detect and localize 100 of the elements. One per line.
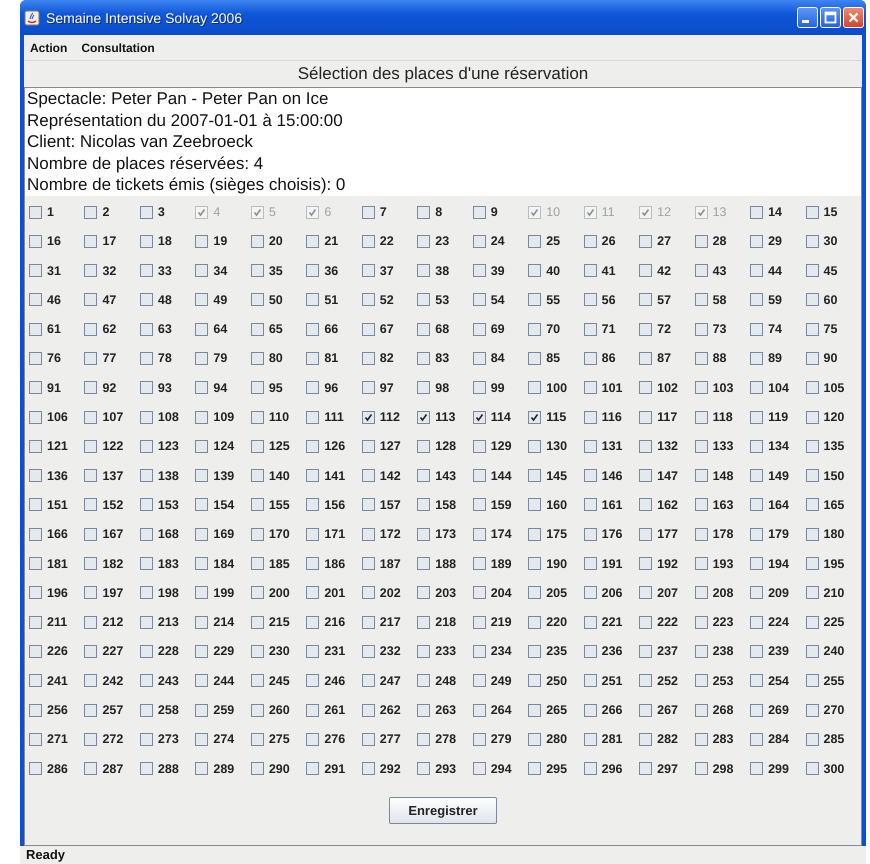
checkbox[interactable] [195,644,208,658]
checkbox[interactable] [694,264,708,278]
checkbox[interactable] [806,322,819,336]
checkbox[interactable] [472,469,486,482]
checkbox[interactable] [306,234,320,248]
checkbox[interactable] [750,206,764,218]
checkbox[interactable] [84,440,98,453]
checkbox[interactable] [528,234,542,248]
checkbox[interactable] [694,469,708,482]
checkbox[interactable] [528,644,542,658]
checkbox[interactable] [195,616,208,629]
checkbox[interactable] [362,616,375,629]
checkbox[interactable] [584,410,597,424]
checkbox[interactable] [694,234,708,248]
checkbox[interactable] [29,674,42,688]
checkbox[interactable] [417,293,430,306]
checkbox[interactable] [140,440,153,453]
checkbox[interactable] [750,264,764,278]
checkbox[interactable] [250,704,264,717]
checkbox[interactable] [584,234,597,248]
checkbox[interactable] [806,440,819,453]
checkbox[interactable] [250,557,264,570]
checkbox[interactable] [528,264,542,278]
close-button[interactable] [843,7,864,28]
checkbox[interactable] [417,410,430,424]
checkbox[interactable] [306,557,320,570]
checkbox[interactable] [29,616,42,629]
checkbox[interactable] [750,498,764,512]
checkbox[interactable] [694,732,708,746]
checkbox[interactable] [472,264,486,278]
checkbox[interactable] [472,206,486,218]
checkbox[interactable] [29,762,42,776]
checkbox[interactable] [417,498,430,512]
checkbox[interactable] [694,293,708,306]
maximize-button[interactable] [820,7,841,28]
checkbox[interactable] [140,674,153,688]
checkbox[interactable] [584,528,597,541]
checkbox[interactable] [694,322,708,336]
checkbox[interactable] [84,352,98,365]
checkbox[interactable] [472,762,486,776]
checkbox[interactable] [84,293,98,306]
checkbox[interactable] [750,586,764,600]
checkbox[interactable] [306,644,320,658]
checkbox[interactable] [29,586,42,600]
checkbox[interactable] [806,234,819,248]
checkbox[interactable] [639,704,652,717]
checkbox[interactable] [694,557,708,570]
checkbox[interactable] [250,762,264,776]
checkbox[interactable] [806,264,819,278]
checkbox[interactable] [639,674,652,688]
checkbox[interactable] [195,762,208,776]
checkbox[interactable] [472,674,486,688]
checkbox[interactable] [528,381,542,394]
checkbox[interactable] [84,206,98,218]
checkbox[interactable] [250,352,264,365]
checkbox[interactable] [140,528,153,541]
checkbox[interactable] [417,762,430,776]
checkbox[interactable] [806,528,819,541]
checkbox[interactable] [639,557,652,570]
checkbox[interactable] [639,528,652,541]
checkbox[interactable] [195,704,208,717]
checkbox[interactable] [417,264,430,278]
checkbox[interactable] [750,469,764,482]
checkbox[interactable] [806,732,819,746]
checkbox[interactable] [639,644,652,658]
checkbox[interactable] [528,732,542,746]
checkbox[interactable] [417,674,430,688]
checkbox[interactable] [694,498,708,512]
checkbox[interactable] [528,440,542,453]
checkbox[interactable] [750,704,764,717]
checkbox[interactable] [250,410,264,424]
checkbox[interactable] [639,264,652,278]
checkbox[interactable] [140,557,153,570]
checkbox[interactable] [639,469,652,482]
checkbox[interactable] [250,264,264,278]
checkbox[interactable] [140,469,153,482]
checkbox[interactable] [584,704,597,717]
checkbox[interactable] [694,644,708,658]
checkbox[interactable] [528,586,542,600]
checkbox[interactable] [750,762,764,776]
checkbox[interactable] [29,528,42,541]
checkbox[interactable] [140,762,153,776]
checkbox[interactable] [195,469,208,482]
checkbox[interactable] [140,322,153,336]
checkbox[interactable] [362,469,375,482]
checkbox[interactable] [639,234,652,248]
checkbox[interactable] [584,381,597,394]
checkbox[interactable] [250,440,264,453]
checkbox[interactable] [528,352,542,365]
checkbox[interactable] [250,732,264,746]
checkbox[interactable] [472,322,486,336]
checkbox[interactable] [29,293,42,306]
checkbox[interactable] [472,440,486,453]
checkbox[interactable] [306,469,320,482]
checkbox[interactable] [306,410,320,424]
checkbox[interactable] [362,234,375,248]
checkbox[interactable] [140,732,153,746]
checkbox[interactable] [806,498,819,512]
checkbox[interactable] [84,234,98,248]
menu-item[interactable]: Action [30,40,68,54]
